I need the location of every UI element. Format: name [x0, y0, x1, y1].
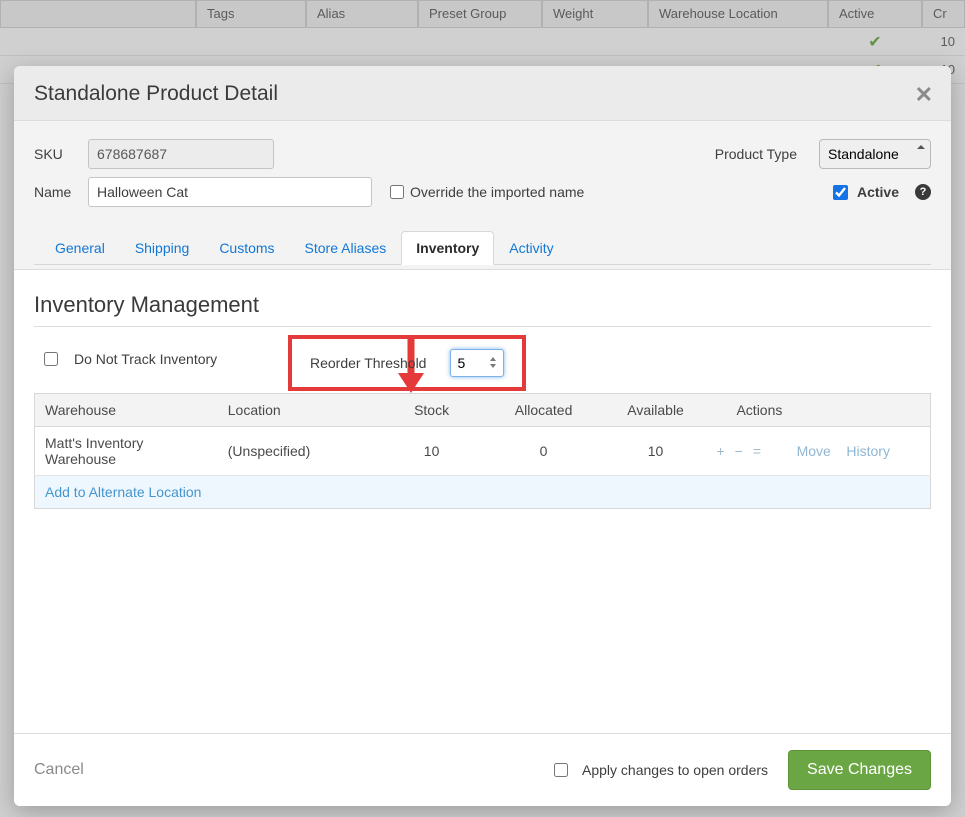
modal-title: Standalone Product Detail	[34, 82, 278, 106]
apply-open-orders-label: Apply changes to open orders	[582, 762, 768, 778]
override-name-checkbox[interactable]	[390, 185, 404, 199]
active-checkbox[interactable]	[833, 185, 848, 200]
tab-store-aliases[interactable]: Store Aliases	[290, 231, 402, 265]
sku-input[interactable]	[88, 139, 274, 169]
reorder-threshold-label: Reorder Threshold	[310, 355, 426, 371]
reorder-threshold-group: Reorder Threshold	[288, 335, 526, 391]
do-not-track-checkbox[interactable]	[44, 352, 58, 366]
product-detail-modal: Standalone Product Detail ✕ SKU Product …	[14, 66, 951, 806]
th-stock: Stock	[381, 394, 483, 427]
active-label: Active	[857, 184, 899, 200]
name-label: Name	[34, 184, 78, 200]
cell-stock: 10	[381, 427, 483, 476]
close-icon[interactable]: ✕	[915, 82, 933, 108]
add-alternate-location-row[interactable]: Add to Alternate Location	[35, 476, 931, 509]
th-location: Location	[218, 394, 381, 427]
equal-icon[interactable]: =	[753, 443, 771, 459]
form-upper: SKU Product Type Standalone Name Overri	[14, 121, 951, 270]
modal-footer: Cancel Apply changes to open orders Save…	[14, 733, 951, 806]
cancel-button[interactable]: Cancel	[34, 761, 84, 779]
th-warehouse: Warehouse	[35, 394, 218, 427]
cell-warehouse: Matt's Inventory Warehouse	[35, 427, 218, 476]
override-name-label: Override the imported name	[410, 184, 584, 200]
do-not-track-label: Do Not Track Inventory	[74, 351, 217, 367]
cell-location: (Unspecified)	[218, 427, 381, 476]
tab-inventory[interactable]: Inventory	[401, 231, 494, 265]
th-actions: Actions	[706, 394, 930, 427]
modal-body: SKU Product Type Standalone Name Overri	[14, 121, 951, 733]
tab-shipping[interactable]: Shipping	[120, 231, 205, 265]
sku-label: SKU	[34, 146, 78, 162]
spinner-icon[interactable]	[490, 351, 500, 373]
cell-allocated: 0	[482, 427, 604, 476]
cell-actions: +−= Move History	[706, 427, 930, 476]
th-allocated: Allocated	[482, 394, 604, 427]
section-title: Inventory Management	[34, 292, 931, 327]
tabs: General Shipping Customs Store Aliases I…	[34, 231, 931, 265]
name-input[interactable]	[88, 177, 372, 207]
tab-customs[interactable]: Customs	[204, 231, 289, 265]
minus-icon[interactable]: −	[735, 443, 753, 459]
move-link[interactable]: Move	[797, 443, 831, 459]
inventory-section: Inventory Management Do Not Track Invent…	[14, 270, 951, 509]
th-available: Available	[605, 394, 707, 427]
modal-header: Standalone Product Detail ✕	[14, 66, 951, 121]
table-row: Matt's Inventory Warehouse (Unspecified)…	[35, 427, 931, 476]
tab-general[interactable]: General	[40, 231, 120, 265]
add-alternate-location-label: Add to Alternate Location	[35, 476, 931, 509]
cell-available: 10	[605, 427, 707, 476]
product-type-select[interactable]: Standalone	[819, 139, 931, 169]
save-changes-button[interactable]: Save Changes	[788, 750, 931, 790]
plus-icon[interactable]: +	[716, 443, 734, 459]
tab-activity[interactable]: Activity	[494, 231, 568, 265]
help-icon[interactable]: ?	[915, 184, 931, 200]
history-link[interactable]: History	[846, 443, 890, 459]
inventory-options-row: Do Not Track Inventory Reorder Threshold	[34, 343, 931, 375]
apply-open-orders-checkbox[interactable]	[554, 763, 568, 777]
inventory-table: Warehouse Location Stock Allocated Avail…	[34, 393, 931, 509]
product-type-label: Product Type	[715, 146, 797, 162]
